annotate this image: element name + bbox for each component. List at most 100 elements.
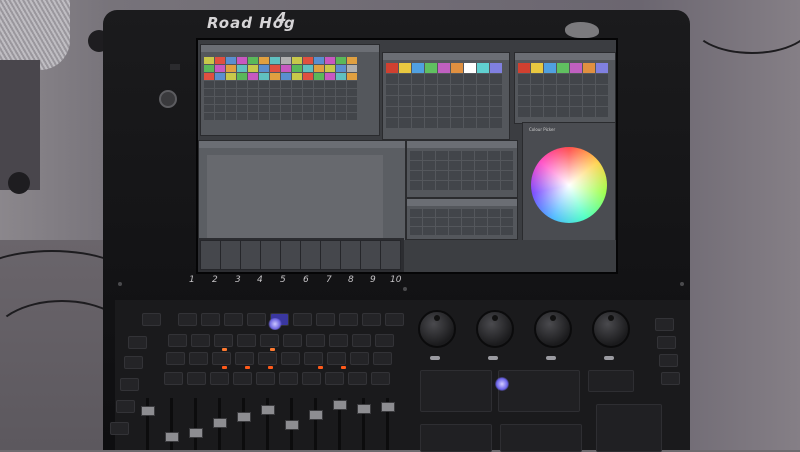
- back-key[interactable]: [256, 372, 275, 385]
- master-bar[interactable]: [198, 238, 404, 272]
- go-key[interactable]: [214, 334, 233, 347]
- master-cell[interactable]: [220, 240, 241, 270]
- go-key[interactable]: [375, 334, 394, 347]
- side-key-right[interactable]: [659, 354, 678, 367]
- side-key[interactable]: [120, 378, 139, 391]
- fader-7[interactable]: [309, 410, 323, 420]
- back-key[interactable]: [233, 372, 252, 385]
- fader-8[interactable]: [333, 400, 347, 410]
- fader-10[interactable]: [381, 402, 395, 412]
- fader-1[interactable]: [165, 432, 179, 442]
- side-key[interactable]: [124, 356, 143, 369]
- go-key[interactable]: [306, 334, 325, 347]
- pause-key[interactable]: [281, 352, 300, 365]
- side-key[interactable]: [116, 400, 135, 413]
- command-keypad-2[interactable]: [500, 424, 582, 452]
- back-key[interactable]: [325, 372, 344, 385]
- side-key-right[interactable]: [657, 336, 676, 349]
- go-key[interactable]: [329, 334, 348, 347]
- pause-key[interactable]: [166, 352, 185, 365]
- go-key[interactable]: [237, 334, 256, 347]
- encoder-wheel-1[interactable]: [418, 310, 456, 348]
- fader-9[interactable]: [357, 404, 371, 414]
- command-bar[interactable]: [404, 240, 616, 272]
- palette-grid[interactable]: [386, 63, 502, 128]
- master-cell[interactable]: [280, 240, 301, 270]
- side-key[interactable]: [110, 422, 129, 435]
- grand-master-fader[interactable]: [141, 406, 155, 416]
- aux-keypad[interactable]: [588, 370, 634, 392]
- palette-window[interactable]: [382, 52, 510, 140]
- programmer-window[interactable]: [198, 140, 406, 252]
- command-keypad[interactable]: [420, 424, 492, 452]
- pause-key[interactable]: [258, 352, 277, 365]
- fader-number: 2: [212, 275, 218, 285]
- position-window[interactable]: [406, 198, 518, 240]
- selection-keypad[interactable]: [498, 370, 580, 412]
- side-key[interactable]: [128, 336, 147, 349]
- back-key[interactable]: [164, 372, 183, 385]
- master-cell[interactable]: [360, 240, 381, 270]
- palette-window-2[interactable]: [514, 52, 616, 124]
- pause-key[interactable]: [235, 352, 254, 365]
- back-key[interactable]: [348, 372, 367, 385]
- choose-key[interactable]: [293, 313, 312, 326]
- choose-key[interactable]: [339, 313, 358, 326]
- encoder-wheel-4[interactable]: [592, 310, 630, 348]
- back-key[interactable]: [279, 372, 298, 385]
- encoder-wheel-3[interactable]: [534, 310, 572, 348]
- fader-6[interactable]: [285, 420, 299, 430]
- go-key[interactable]: [260, 334, 279, 347]
- back-key[interactable]: [210, 372, 229, 385]
- go-key[interactable]: [191, 334, 210, 347]
- fader-track: [314, 398, 317, 450]
- back-key[interactable]: [187, 372, 206, 385]
- fixture-grid[interactable]: [204, 57, 357, 120]
- back-key[interactable]: [371, 372, 390, 385]
- choose-key[interactable]: [362, 313, 381, 326]
- fixture-window[interactable]: [200, 44, 380, 136]
- encoder-wheel-2[interactable]: [476, 310, 514, 348]
- position-grid[interactable]: [410, 209, 513, 235]
- master-cell[interactable]: [200, 240, 221, 270]
- fader-4[interactable]: [237, 412, 251, 422]
- pause-key[interactable]: [373, 352, 392, 365]
- palette-grid-2[interactable]: [518, 63, 608, 117]
- choose-key[interactable]: [224, 313, 243, 326]
- master-cell[interactable]: [340, 240, 361, 270]
- fader-5[interactable]: [261, 405, 275, 415]
- pause-key[interactable]: [304, 352, 323, 365]
- side-key-right[interactable]: [661, 372, 680, 385]
- encoder-indicator: [430, 356, 440, 360]
- touch-screen[interactable]: Colour Picker: [196, 38, 618, 274]
- pause-key[interactable]: [212, 352, 231, 365]
- screw-icon: [118, 282, 122, 286]
- colour-wheel[interactable]: [531, 147, 607, 223]
- fader-2[interactable]: [189, 428, 203, 438]
- effects-window[interactable]: [406, 140, 518, 198]
- pause-key[interactable]: [350, 352, 369, 365]
- pause-key[interactable]: [189, 352, 208, 365]
- master-cell[interactable]: [260, 240, 281, 270]
- go-key[interactable]: [283, 334, 302, 347]
- fader-track: [242, 398, 245, 450]
- back-key[interactable]: [302, 372, 321, 385]
- choose-key[interactable]: [178, 313, 197, 326]
- choose-key[interactable]: [316, 313, 335, 326]
- function-keypad[interactable]: [420, 370, 492, 412]
- side-key-right[interactable]: [655, 318, 674, 331]
- choose-key[interactable]: [385, 313, 404, 326]
- go-key[interactable]: [352, 334, 371, 347]
- choose-key[interactable]: [201, 313, 220, 326]
- master-cell[interactable]: [380, 240, 401, 270]
- pause-key[interactable]: [327, 352, 346, 365]
- fader-3[interactable]: [213, 418, 227, 428]
- master-cell[interactable]: [240, 240, 261, 270]
- numeric-keypad[interactable]: [596, 404, 662, 452]
- master-cell[interactable]: [320, 240, 341, 270]
- go-key[interactable]: [168, 334, 187, 347]
- effects-grid[interactable]: [410, 151, 513, 190]
- master-cell[interactable]: [300, 240, 321, 270]
- choose-key[interactable]: [247, 313, 266, 326]
- choose-key[interactable]: [142, 313, 161, 326]
